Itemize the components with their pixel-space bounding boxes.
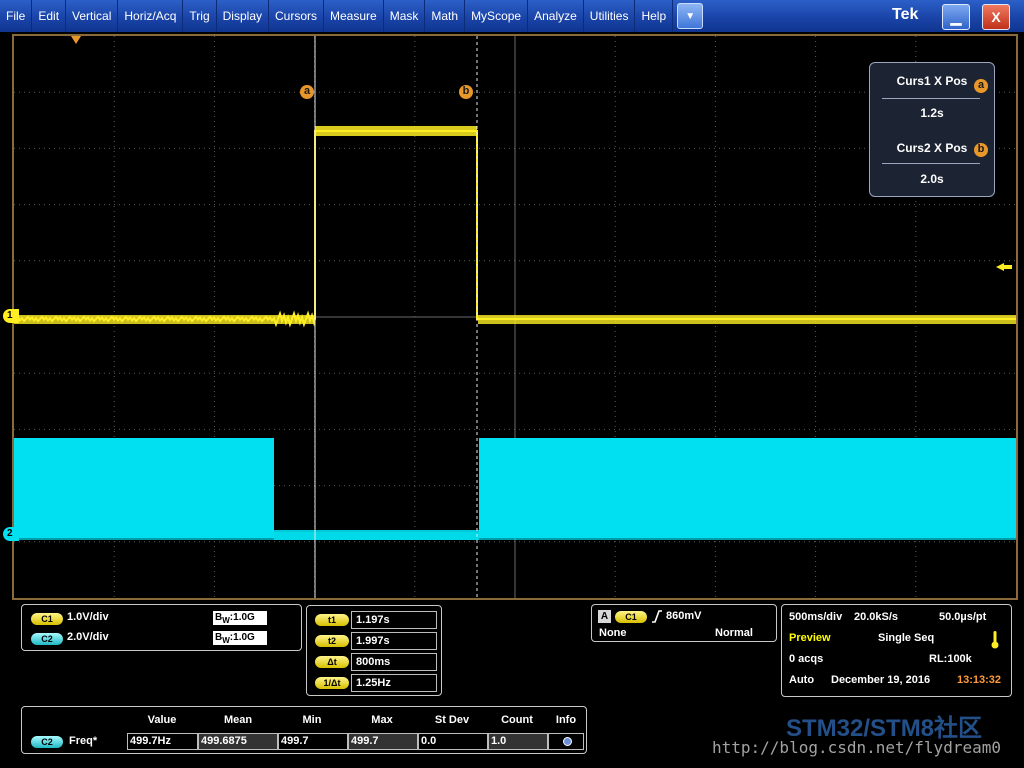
header-value: Value xyxy=(147,714,177,726)
t2-value: 1.997s xyxy=(351,632,437,650)
minimize-icon[interactable]: ▁ xyxy=(942,4,970,30)
curs1-value: 1.2s xyxy=(920,106,944,120)
meas-max: 499.7 xyxy=(348,733,418,750)
cursor-a-marker[interactable]: a xyxy=(300,85,314,99)
ch2-burst-right xyxy=(479,438,1016,538)
header-min: Min xyxy=(302,714,322,726)
close-icon[interactable]: X xyxy=(982,4,1010,30)
meas-st-dev: 0.0 xyxy=(418,733,488,750)
measurement-panel[interactable]: Value Mean Min Max St Dev Count Info C2 … xyxy=(21,706,587,754)
record-length: RL:100k xyxy=(929,653,972,665)
rising-edge-icon xyxy=(651,609,663,628)
ch2-ground-marker[interactable]: 2 xyxy=(3,527,19,541)
cursor-table-panel: t1 1.197s t2 1.997s Δt 800ms 1/Δt 1.25Hz xyxy=(306,605,442,696)
header-st-dev: St Dev xyxy=(434,714,470,726)
header-mean: Mean xyxy=(223,714,253,726)
bw-w: W xyxy=(222,616,230,625)
ch2-baseline-band xyxy=(14,532,1016,540)
trigger-panel[interactable]: A C1 860mV None Normal xyxy=(591,604,777,642)
acq-count: 0 acqs xyxy=(789,653,824,665)
trigger-source-badge: C1 xyxy=(615,611,647,623)
menu-utilities[interactable]: Utilities xyxy=(584,0,636,32)
divider xyxy=(882,163,980,164)
preview-status: Preview xyxy=(789,632,831,644)
meas-count: 1.0 xyxy=(488,733,548,750)
thermometer-icon xyxy=(990,631,1000,654)
timebase: 500ms/div xyxy=(789,611,843,623)
c1-scale[interactable]: 1.0V/div xyxy=(67,611,109,623)
t2-badge: t2 xyxy=(315,635,349,647)
c1-badge[interactable]: C1 xyxy=(31,613,63,625)
menu-vertical[interactable]: Vertical xyxy=(66,0,119,32)
menu-help[interactable]: Help xyxy=(635,0,674,32)
menu-myscope[interactable]: MyScope xyxy=(465,0,529,32)
time: 13:13:32 xyxy=(957,674,1002,686)
header-info: Info xyxy=(555,714,577,726)
menu-mask[interactable]: Mask xyxy=(384,0,426,32)
meas-name: Freq* xyxy=(69,735,98,747)
trigger-mode-badge: A xyxy=(598,610,611,623)
waveform-display[interactable] xyxy=(14,36,1016,598)
header-count: Count xyxy=(501,714,533,726)
menu-trig[interactable]: Trig xyxy=(183,0,217,32)
menu-math[interactable]: Math xyxy=(425,0,466,32)
delta-t-badge: Δt xyxy=(315,656,349,668)
sample-rate: 20.0kS/s xyxy=(854,611,899,623)
menu-bar: File Edit Vertical Horiz/Acq Trig Displa… xyxy=(0,0,1024,32)
trigger-level-arrow xyxy=(996,263,1012,271)
chevron-down-icon[interactable]: ▼ xyxy=(677,3,704,29)
ch1-baseline-band-left xyxy=(14,315,314,324)
ch2-burst-left xyxy=(14,438,274,538)
acquisition-panel[interactable]: 500ms/div 20.0kS/s 50.0µs/pt Preview Sin… xyxy=(781,604,1012,697)
inv-delta-t-badge: 1/Δt xyxy=(315,677,349,689)
watermark-url: http://blog.csdn.net/flydream0 xyxy=(712,738,1001,757)
c2-bandwidth[interactable]: BW:1.0G xyxy=(213,631,267,645)
c2-scale[interactable]: 2.0V/div xyxy=(67,631,109,643)
menu-display[interactable]: Display xyxy=(217,0,269,32)
cursor-b-marker[interactable]: b xyxy=(459,85,473,99)
menu-measure[interactable]: Measure xyxy=(324,0,384,32)
trigger-mode: Normal xyxy=(715,627,753,639)
info-dot-icon[interactable] xyxy=(563,737,572,746)
ch1-ground-marker[interactable]: 1 xyxy=(3,309,19,323)
menu-file[interactable]: File xyxy=(0,0,33,32)
trigger-level: 860mV xyxy=(666,610,702,622)
meas-info[interactable] xyxy=(548,733,584,750)
resolution: 50.0µs/pt xyxy=(939,611,987,623)
single-seq: Single Seq xyxy=(878,632,935,644)
menu-analyze[interactable]: Analyze xyxy=(528,0,584,32)
meas-value: 499.7Hz xyxy=(127,733,198,750)
meas-source-badge: C2 xyxy=(31,736,63,748)
c1-bandwidth[interactable]: BW:1.0G xyxy=(213,611,267,625)
meas-mean: 499.6875 xyxy=(198,733,278,750)
trigger-coupling: None xyxy=(599,627,627,639)
bw-w: W xyxy=(222,636,230,645)
inv-delta-t-value: 1.25Hz xyxy=(351,674,437,692)
delta-t-value: 800ms xyxy=(351,653,437,671)
cursor-a-badge: a xyxy=(974,79,988,93)
curs2-value: 2.0s xyxy=(920,172,944,186)
cursor-b-badge: b xyxy=(974,143,988,157)
cursor-readout-box[interactable]: Curs1 X Pos a 1.2s Curs2 X Pos b 2.0s xyxy=(869,62,995,197)
channel-scale-panel: C1 1.0V/div BW:1.0G C2 2.0V/div BW:1.0G xyxy=(21,604,302,651)
date: December 19, 2016 xyxy=(831,674,931,686)
c2-bw-value: 1.0G xyxy=(233,632,255,643)
menu-cursors[interactable]: Cursors xyxy=(269,0,325,32)
t1-badge: t1 xyxy=(315,614,349,626)
menu-horiz-acq[interactable]: Horiz/Acq xyxy=(118,0,184,32)
ch1-baseline-band xyxy=(478,315,1016,324)
meas-min: 499.7 xyxy=(278,733,348,750)
c2-badge[interactable]: C2 xyxy=(31,633,63,645)
c1-bw-value: 1.0G xyxy=(233,612,255,623)
auto-label: Auto xyxy=(789,674,815,686)
t1-value: 1.197s xyxy=(351,611,437,629)
header-max: Max xyxy=(371,714,393,726)
tek-logo: Tek xyxy=(892,6,919,23)
trigger-position-marker xyxy=(71,36,81,44)
menu-edit[interactable]: Edit xyxy=(32,0,67,32)
ch1-pulse-high-band xyxy=(315,126,477,136)
divider xyxy=(882,98,980,99)
